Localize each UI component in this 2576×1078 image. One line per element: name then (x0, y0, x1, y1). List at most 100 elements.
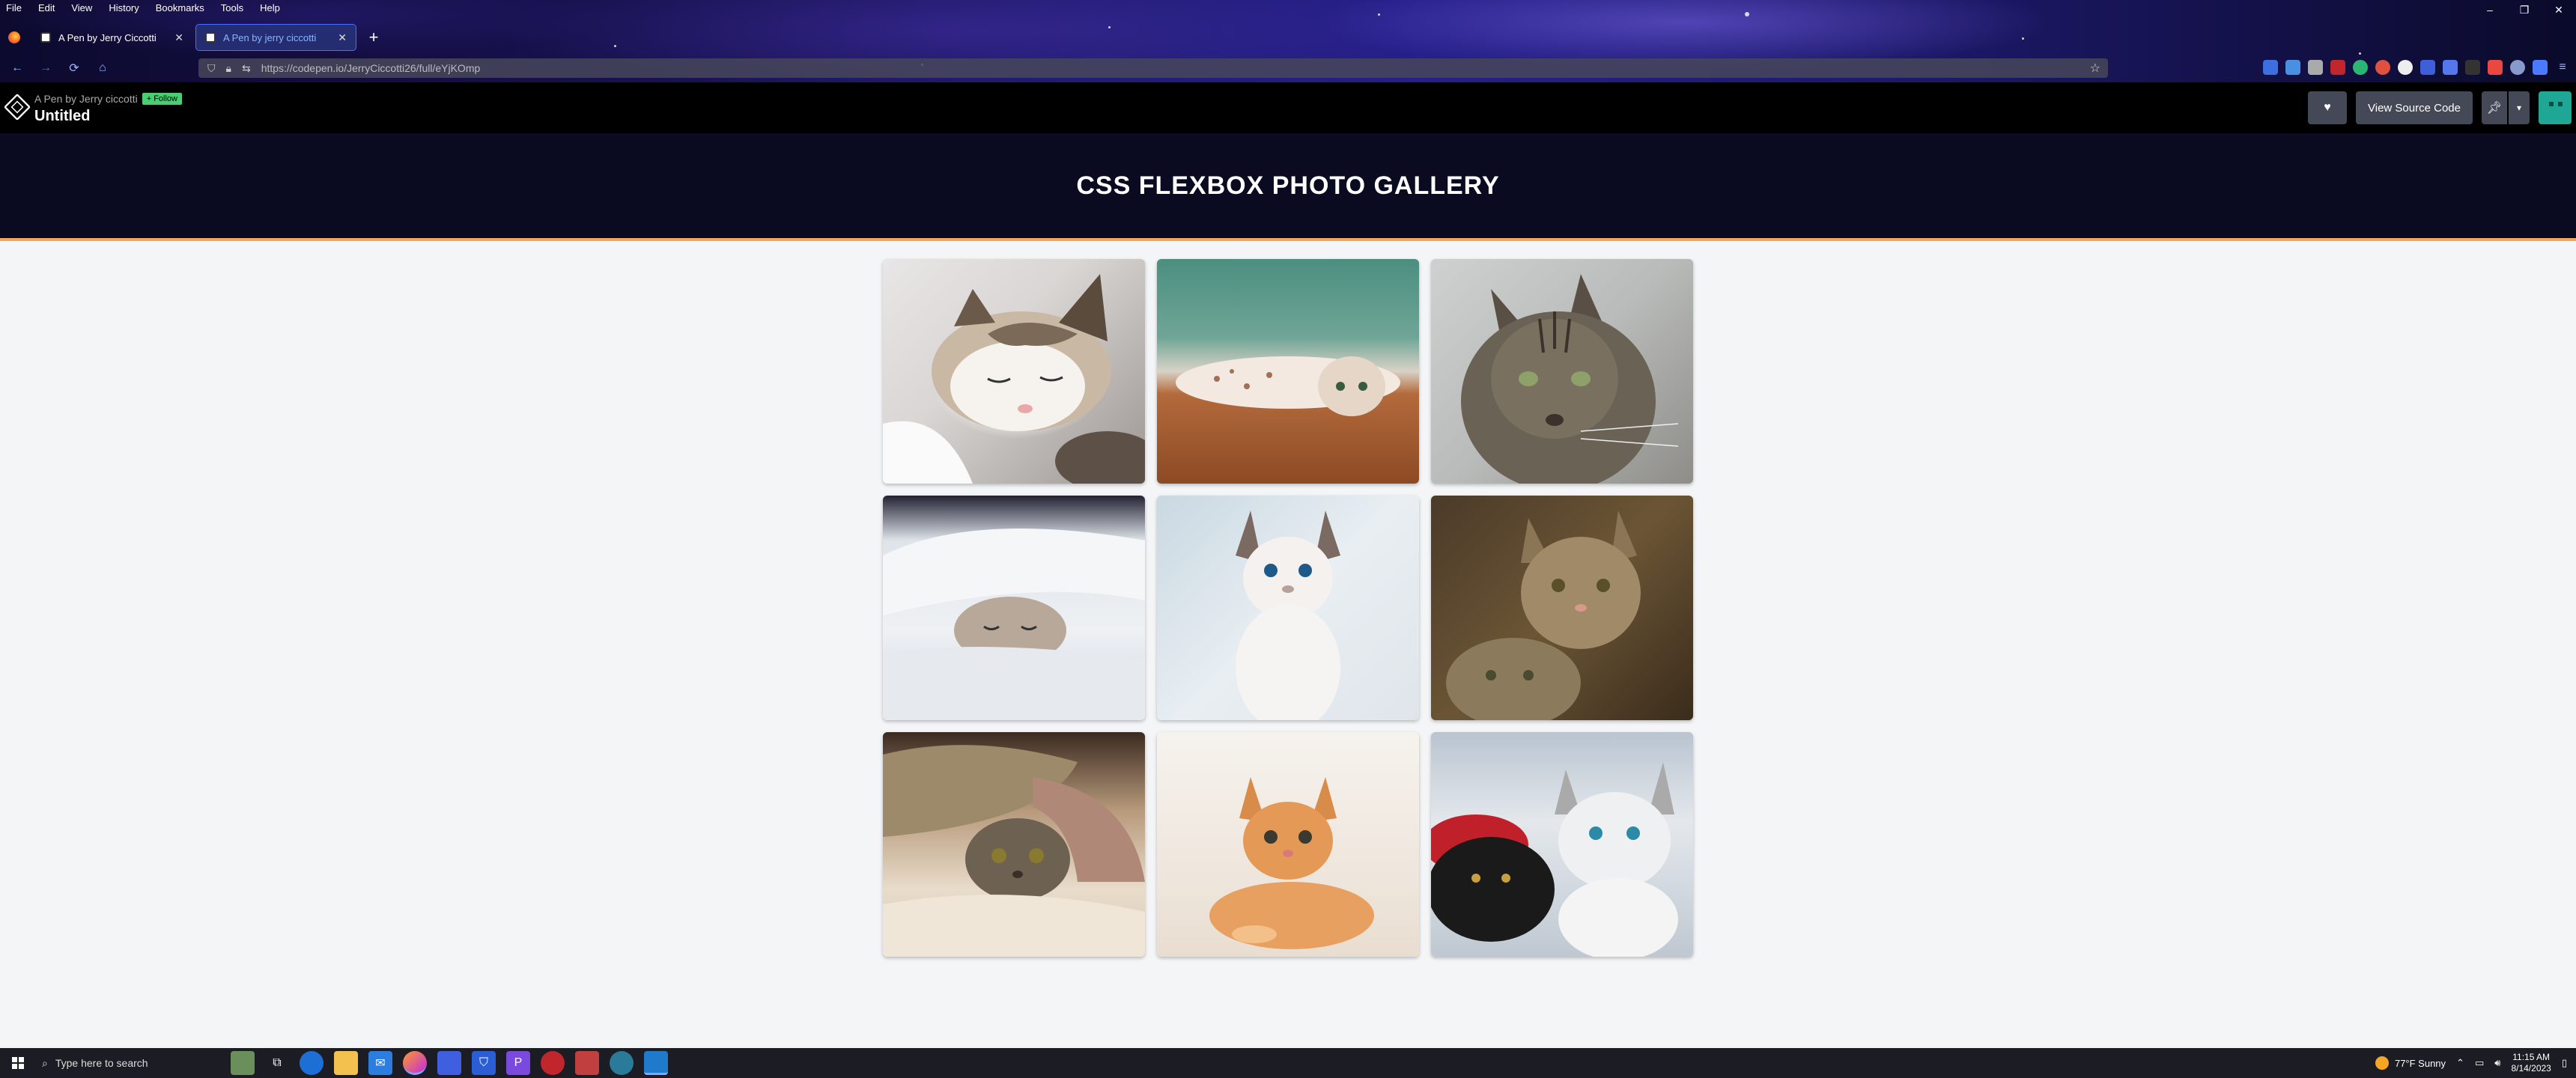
extension-icon[interactable] (2398, 60, 2413, 75)
firefox-icon[interactable] (403, 1051, 427, 1075)
volume-icon[interactable]: 🔊︎ (2494, 1057, 2500, 1069)
pen-author: A Pen by Jerry ciccotti + Follow (34, 93, 182, 105)
gallery-photo[interactable] (1157, 259, 1419, 484)
love-button[interactable]: ♥ (2308, 91, 2347, 124)
clock-time: 11:15 AM (2512, 1052, 2551, 1062)
mail-icon[interactable]: ✉ (368, 1051, 392, 1075)
gallery-photo[interactable] (1157, 496, 1419, 720)
app-icon[interactable] (575, 1051, 599, 1075)
taskbar-search[interactable]: ⌕ Type here to search (36, 1048, 186, 1078)
vscode-icon[interactable] (644, 1051, 668, 1075)
pocket-extension-icon[interactable] (2263, 60, 2278, 75)
menu-edit[interactable]: Edit (38, 2, 55, 13)
close-tab-icon[interactable]: ✕ (338, 31, 347, 44)
firefox-icon (8, 31, 20, 43)
gallery-photo[interactable] (1431, 496, 1693, 720)
chevron-down-icon: ▾ (2516, 103, 2522, 113)
restore-button[interactable]: ❐ (2507, 0, 2542, 19)
menu-bar: File Edit View History Bookmarks Tools H… (0, 0, 280, 15)
bookmark-star-icon[interactable]: ☆ (2090, 61, 2100, 76)
pen-author-text[interactable]: A Pen by Jerry ciccotti (34, 93, 138, 105)
address-bar[interactable]: ⛉ 🔒︎ ⇆ https://codepen.io/JerryCiccotti2… (198, 58, 2108, 78)
gallery-photo[interactable] (883, 496, 1145, 720)
grammarly-extension-icon[interactable] (2353, 60, 2368, 75)
reload-icon[interactable]: ⟳ (63, 58, 85, 78)
security-icon[interactable]: ⛉ (472, 1051, 496, 1075)
lock-icon[interactable]: 🔒︎ (226, 62, 231, 75)
search-icon: ⌕ (42, 1056, 48, 1069)
store-icon[interactable] (437, 1051, 461, 1075)
sleeping-white-tabby-kitten-icon (883, 274, 1145, 484)
kitten-on-wood-floor-icon (1176, 356, 1400, 416)
clock[interactable]: 11:15 AM 8/14/2023 (2511, 1052, 2551, 1074)
task-view-icon[interactable]: ⧉ (265, 1051, 289, 1075)
extension-icon[interactable] (2465, 60, 2480, 75)
gallery-header: CSS FLEXBOX PHOTO GALLERY (0, 133, 2576, 241)
widget-icon[interactable] (231, 1051, 255, 1075)
menu-file[interactable]: File (6, 2, 22, 13)
minimize-button[interactable]: – (2473, 0, 2507, 19)
new-tab-button[interactable]: + (362, 28, 385, 47)
puzzle-icon[interactable] (2533, 60, 2548, 75)
pdf-extension-icon[interactable] (2330, 60, 2345, 75)
menu-bookmarks[interactable]: Bookmarks (156, 2, 204, 13)
app-icon[interactable]: P (506, 1051, 530, 1075)
app-icon[interactable] (610, 1051, 634, 1075)
edge-icon[interactable] (300, 1051, 323, 1075)
gallery-photo[interactable] (1431, 732, 1693, 957)
gallery-photo[interactable] (1431, 259, 1693, 484)
pin-button-group: 📌︎ ▾ (2482, 91, 2530, 124)
pen-title: Untitled (34, 108, 91, 124)
network-icon[interactable]: ▭ (2475, 1057, 2484, 1069)
star-decoration (1378, 13, 1380, 16)
firefox-view-button[interactable] (0, 24, 28, 51)
url-text[interactable]: https://codepen.io/JerryCiccotti26/full/… (261, 62, 481, 74)
menu-help[interactable]: Help (260, 2, 280, 13)
codepen-logo-icon[interactable] (3, 93, 31, 121)
notification-icon[interactable]: ▯ (2562, 1057, 2567, 1069)
file-explorer-icon[interactable] (334, 1051, 358, 1075)
extension-icon[interactable] (2285, 60, 2300, 75)
back-arrow-icon[interactable]: ← (6, 58, 28, 78)
app-icon[interactable] (541, 1051, 565, 1075)
browser-tab[interactable]: A Pen by Jerry Ciccotti ✕ (31, 24, 192, 51)
gallery-photo[interactable] (1157, 732, 1419, 957)
two-tabby-kittens-icon (1446, 511, 1641, 720)
pin-dropdown-button[interactable]: ▾ (2509, 91, 2530, 124)
gallery-photo[interactable] (883, 259, 1145, 484)
extension-icon[interactable] (2308, 60, 2323, 75)
view-source-button[interactable]: View Source Code (2356, 91, 2473, 124)
weather-widget[interactable]: 77°F Sunny (2375, 1056, 2446, 1070)
black-and-white-kittens-icon (1431, 762, 1678, 957)
bing-extension-icon[interactable] (2420, 60, 2435, 75)
follow-button[interactable]: + Follow (142, 93, 182, 105)
permissions-icon[interactable]: ⇆ (242, 62, 251, 75)
browser-chrome: File Edit View History Bookmarks Tools H… (0, 0, 2576, 82)
extension-icon[interactable] (2443, 60, 2458, 75)
taskbar: ⌕ Type here to search ⧉ ✉ ⛉ P 77°F Sunny… (0, 1048, 2576, 1078)
gear-icon[interactable] (2510, 60, 2525, 75)
forward-arrow-icon[interactable]: → (34, 58, 57, 78)
close-tab-icon[interactable]: ✕ (174, 31, 183, 44)
gallery-photo[interactable] (883, 732, 1145, 957)
star-decoration (2022, 37, 2024, 40)
browser-tab-active[interactable]: A Pen by jerry ciccotti ✕ (195, 24, 356, 51)
shield-icon[interactable]: ⛉ (207, 62, 216, 75)
pin-button[interactable]: 📌︎ (2482, 91, 2507, 124)
menu-tools[interactable]: Tools (221, 2, 243, 13)
menu-history[interactable]: History (109, 2, 139, 13)
extension-icon[interactable] (2488, 60, 2503, 75)
extension-icon[interactable] (2375, 60, 2390, 75)
user-avatar[interactable] (2539, 91, 2572, 124)
home-icon[interactable]: ⌂ (91, 58, 114, 78)
chevron-up-icon[interactable]: ⌃ (2456, 1057, 2464, 1069)
tab-label: A Pen by Jerry Ciccotti (58, 31, 157, 43)
window-controls: – ❐ ✕ (2473, 0, 2576, 19)
navigation-bar: ← → ⟳ ⌂ ⛉ 🔒︎ ⇆ https://codepen.io/JerryC… (0, 57, 2576, 79)
close-window-button[interactable]: ✕ (2542, 0, 2576, 19)
start-button[interactable] (0, 1048, 36, 1078)
hamburger-menu-icon[interactable]: ≡ (2555, 60, 2570, 75)
pin-icon: 📌︎ (2486, 102, 2503, 115)
menu-view[interactable]: View (71, 2, 92, 13)
gallery-title: CSS FLEXBOX PHOTO GALLERY (1076, 171, 1500, 200)
